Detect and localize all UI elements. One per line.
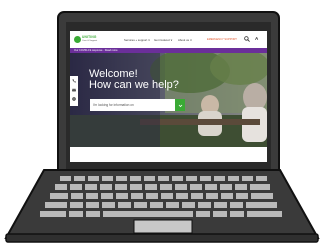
emergency-support-link[interactable]: EMERGENCY SUPPORT	[207, 38, 237, 41]
nav-get-involved[interactable]: Get involved ∨	[154, 38, 172, 42]
hero-section: Welcome! How can we help? I'm looking fo…	[70, 53, 267, 147]
alert-text[interactable]: Our COVID-19 response · Read more	[74, 49, 118, 52]
nav-services[interactable]: Services + support ∨	[124, 38, 150, 42]
help-search-input[interactable]: I'm looking for information on	[90, 99, 175, 111]
help-search-button[interactable]	[175, 99, 185, 111]
search-placeholder: I'm looking for information on	[93, 102, 134, 107]
location-icon[interactable]	[72, 97, 76, 101]
arrow-right-icon	[178, 104, 182, 107]
nav-about-us[interactable]: About us ∨	[178, 38, 192, 42]
site-logo[interactable]: UNITING Care & Support	[74, 35, 98, 44]
side-tools-panel	[70, 76, 78, 106]
hero-subtitle: How can we help?	[89, 79, 179, 91]
phone-icon[interactable]	[72, 79, 76, 83]
mail-icon[interactable]	[72, 88, 76, 92]
logo-mark-icon	[74, 36, 81, 43]
font-size-control[interactable]: A	[255, 36, 258, 41]
logo-subtitle: Care & Support	[82, 39, 98, 42]
browser-viewport: UNITING Care & Support Services + suppor…	[70, 31, 267, 162]
page-below-hero	[70, 147, 267, 162]
site-header: UNITING Care & Support Services + suppor…	[70, 31, 267, 48]
search-icon[interactable]	[244, 36, 250, 42]
